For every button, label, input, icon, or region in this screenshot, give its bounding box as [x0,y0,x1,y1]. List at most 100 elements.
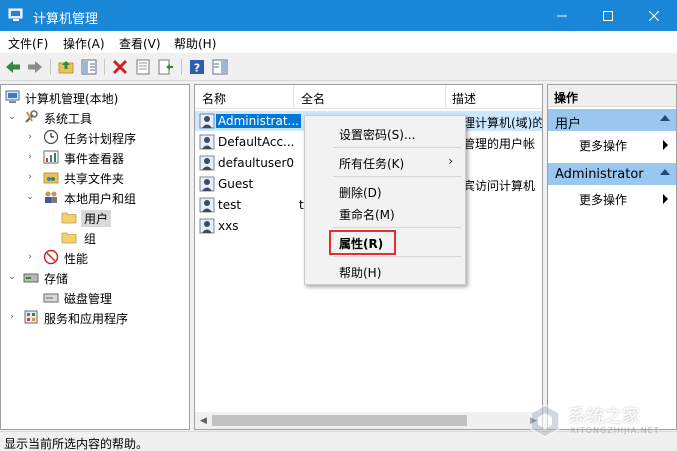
tree-item-label: 磁盘管理 [64,292,113,306]
menu-view[interactable]: 查看(V) [119,35,161,52]
help-button[interactable]: ? [188,58,206,76]
column-header-name[interactable]: 名称 [202,90,226,107]
column-header-description[interactable]: 描述 [452,90,476,107]
list-header: 名称 全名 描述 [195,85,542,109]
menu-action[interactable]: 操作(A) [63,35,105,52]
title-bar: 计算机管理 [0,0,677,31]
menu-item-label: 所有任务(K) [339,157,405,171]
user-icon [199,197,215,213]
tree-item-storage[interactable]: ⌄ 存储 [1,267,189,287]
help-icon: ? [190,60,204,75]
tree-item-event-viewer[interactable]: › 事件查看器 [1,147,189,167]
submenu-arrow-icon [663,194,668,204]
menu-file[interactable]: 文件(F) [8,35,48,52]
svg-text:?: ? [194,62,200,75]
menu-separator [333,147,461,148]
forward-arrow-icon [28,61,42,73]
tree-collapsed-icon[interactable]: › [25,252,35,262]
menu-separator [333,227,461,228]
tree-item-label: 任务计划程序 [64,132,137,146]
tree-item-users[interactable]: 用户 [1,207,189,227]
tree-item-services-applications[interactable]: › 服务和应用程序 [1,307,189,327]
menu-item-all-tasks[interactable]: 所有任务(K) › [305,151,465,173]
forward-button[interactable] [26,58,44,76]
menu-help[interactable]: 帮助(H) [174,35,216,52]
toolbar: ? [0,53,677,81]
column-header-fullname[interactable]: 全名 [301,90,325,107]
horizontal-scrollbar[interactable]: ◀ ▶ [195,412,542,429]
watermark-logo-icon [530,404,560,438]
scrollbar-thumb[interactable] [212,415,467,426]
tree-expanded-icon[interactable]: ⌄ [7,272,17,282]
minimize-button[interactable] [539,0,585,31]
back-button[interactable] [4,58,22,76]
computer-management-icon [8,8,23,21]
user-name: DefaultAcc... [218,135,295,149]
submenu-arrow-icon [663,140,668,150]
menu-item-label: 设置密码(S)... [339,128,416,142]
tree-item-computer-management[interactable]: 计算机管理(本地) [1,87,189,107]
action-item-label: 更多操作 [579,193,628,207]
show-hide-tree-button[interactable] [80,58,98,76]
close-button[interactable] [631,0,677,31]
performance-icon [43,249,59,265]
column-divider[interactable] [445,85,446,109]
watermark-subtext: XITONGZHIJIA.NET [570,426,660,435]
tree-item-label: 存储 [44,272,69,286]
menu-item-delete[interactable]: 删除(D) [305,180,465,202]
collapse-up-icon[interactable] [660,169,670,175]
action-item-label: 更多操作 [579,139,628,153]
menu-item-label: 删除(D) [339,186,382,200]
maximize-button[interactable] [585,0,631,31]
tree-collapsed-icon[interactable]: › [25,132,35,142]
tree-collapsed-icon[interactable]: › [25,172,35,182]
column-divider[interactable] [293,85,294,109]
menu-item-help[interactable]: 帮助(H) [305,260,465,282]
minimize-icon [557,15,567,16]
action-section-administrator[interactable]: Administrator [548,163,676,185]
export-list-button[interactable] [157,58,175,76]
show-hide-action-pane-icon [212,59,228,75]
properties-button[interactable] [134,58,152,76]
delete-button[interactable] [111,58,129,76]
tree-item-task-scheduler[interactable]: › 任务计划程序 [1,127,189,147]
tree-expanded-icon[interactable]: ⌄ [7,112,17,122]
tree-item-system-tools[interactable]: ⌄ 系统工具 [1,107,189,127]
collapse-up-icon[interactable] [660,115,670,121]
tree-item-label: 共享文件夹 [64,172,125,186]
properties-icon [136,59,150,75]
delete-icon [112,59,128,75]
user-name: Guest [218,177,254,191]
tree-item-local-users-groups[interactable]: ⌄ 本地用户和组 [1,187,189,207]
tree-item-disk-management[interactable]: 磁盘管理 [1,287,189,307]
tree-item-shared-folders[interactable]: › 共享文件夹 [1,167,189,187]
tree-item-groups[interactable]: 组 [1,227,189,247]
tree-collapsed-icon[interactable]: › [25,152,35,162]
tree-expanded-icon[interactable]: ⌄ [25,192,35,202]
action-more-actions[interactable]: 更多操作 [548,134,676,154]
action-more-actions[interactable]: 更多操作 [548,188,676,208]
tree-item-label: 服务和应用程序 [44,312,129,326]
computer-management-icon [5,90,20,103]
close-icon [649,10,659,21]
menu-item-set-password[interactable]: 设置密码(S)... [305,122,465,144]
tree-collapsed-icon[interactable]: › [7,312,17,322]
up-button[interactable] [57,58,75,76]
user-icon [199,155,215,171]
navigation-tree: 计算机管理(本地) ⌄ 系统工具 › 任务计划程序 › 事件查看器 › 共享文件… [0,84,190,430]
user-icon [199,176,215,192]
user-name: Administrat... [216,114,301,128]
services-icon [24,310,38,324]
users-group-icon [45,191,57,203]
tree-item-label: 事件查看器 [64,152,125,166]
menu-item-rename[interactable]: 重命名(M) [305,202,465,224]
action-section-label: Administrator [555,167,644,182]
menu-bar: 文件(F) 操作(A) 查看(V) 帮助(H) [0,31,677,53]
scroll-left-icon[interactable]: ◀ [195,412,212,429]
window-title: 计算机管理 [33,12,99,27]
show-hide-action-pane-button[interactable] [211,58,229,76]
tree-item-performance[interactable]: › 性能 [1,247,189,267]
user-name: defaultuser0 [218,156,295,170]
tree-item-label: 计算机管理(本地) [25,92,119,106]
action-section-users[interactable]: 用户 [548,109,676,132]
